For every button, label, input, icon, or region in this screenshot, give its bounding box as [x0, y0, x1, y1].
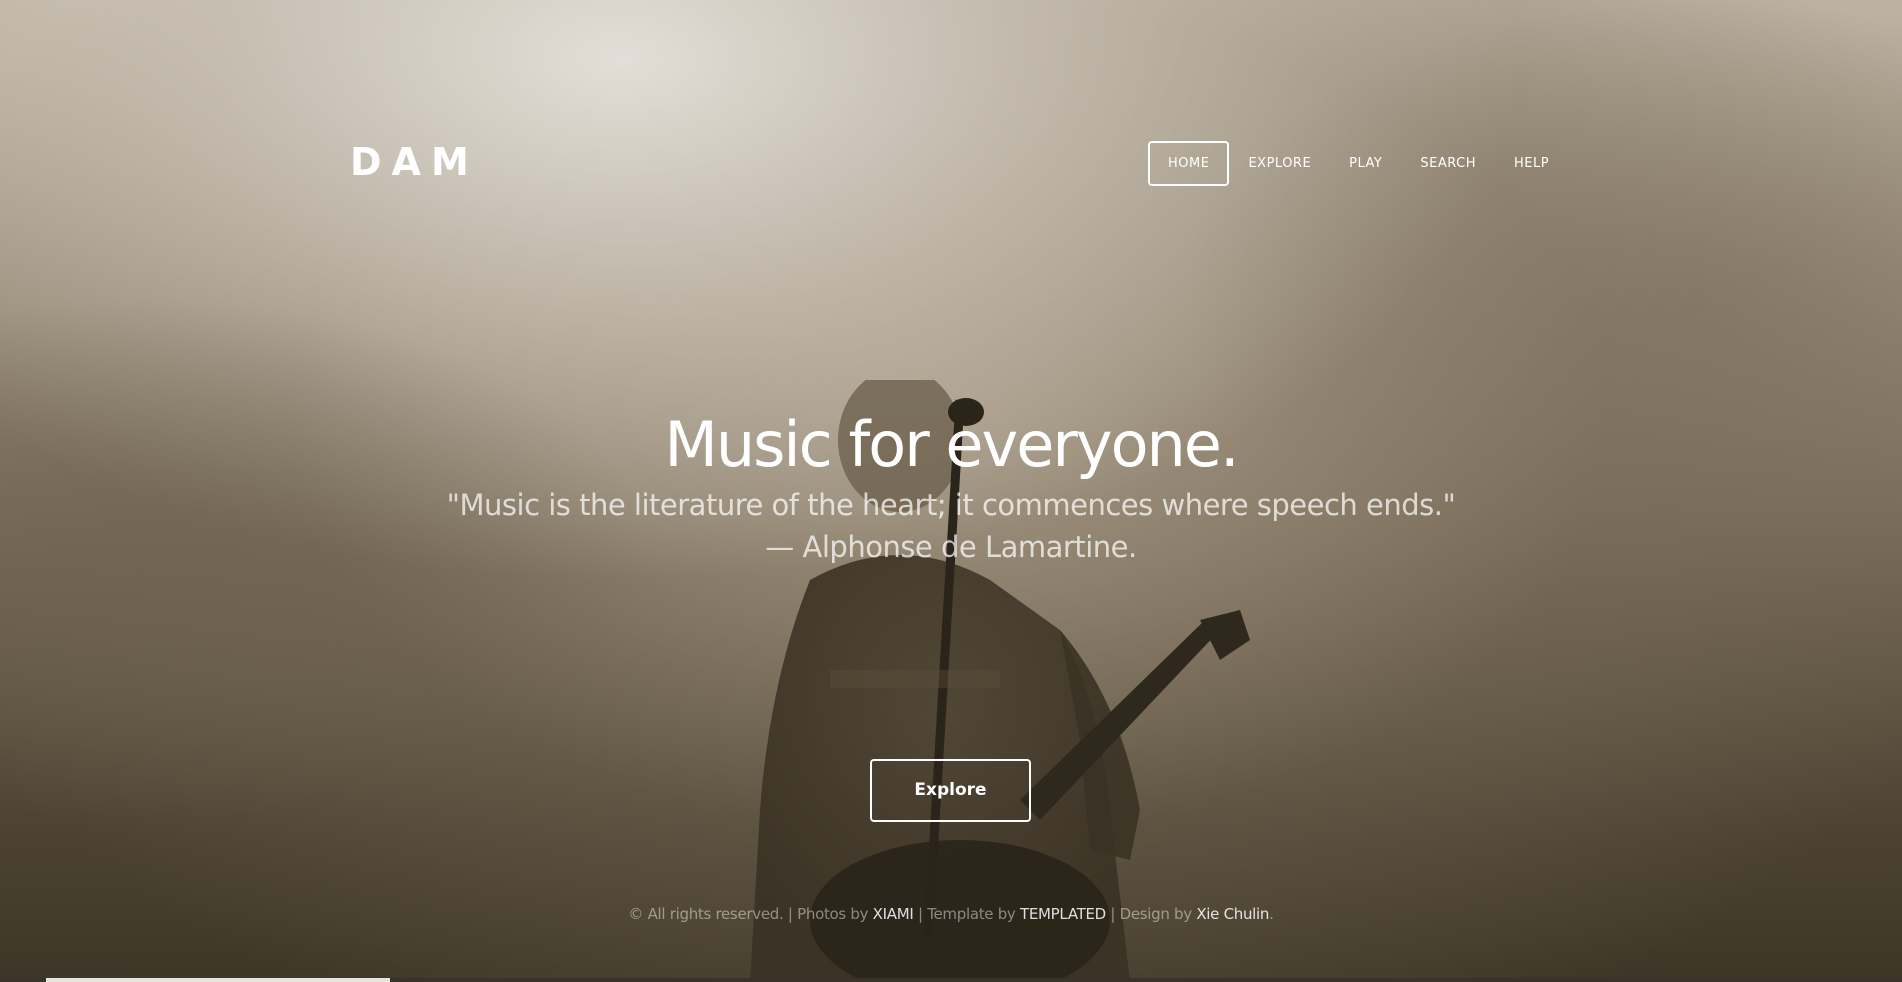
nav-home[interactable]: HOME — [1148, 141, 1230, 186]
nav-help[interactable]: HELP — [1495, 141, 1568, 186]
template-credit-link[interactable]: TEMPLATED — [1020, 905, 1106, 923]
main-nav: HOME EXPLORE PLAY SEARCH HELP — [1148, 141, 1568, 186]
nav-explore[interactable]: EXPLORE — [1229, 141, 1330, 186]
nav-play[interactable]: PLAY — [1330, 141, 1401, 186]
hero-title: Music for everyone. — [664, 408, 1239, 481]
bottom-scrollbar — [0, 978, 1902, 982]
scrollbar-thumb[interactable] — [46, 978, 390, 982]
footer-design-text: | Design by — [1105, 905, 1197, 923]
footer-end: . — [1269, 905, 1274, 923]
nav-search[interactable]: SEARCH — [1401, 141, 1495, 186]
footer: © All rights reserved. | Photos by XIAMI… — [0, 905, 1902, 923]
design-credit-link[interactable]: Xie Chulin — [1196, 905, 1269, 923]
photos-credit-link[interactable]: XIAMI — [873, 905, 914, 923]
site-logo[interactable]: DAM — [350, 140, 479, 184]
explore-button[interactable]: Explore — [870, 759, 1031, 822]
quote-author: — Alphonse de Lamartine. — [765, 530, 1137, 564]
page: DAM HOME EXPLORE PLAY SEARCH HELP Music … — [0, 0, 1902, 982]
footer-template-text: | Template by — [913, 905, 1020, 923]
footer-copyright: © All rights reserved. | Photos by — [628, 905, 873, 923]
hero-quote: "Music is the literature of the heart; i… — [0, 484, 1902, 568]
quote-text: "Music is the literature of the heart; i… — [446, 488, 1456, 522]
